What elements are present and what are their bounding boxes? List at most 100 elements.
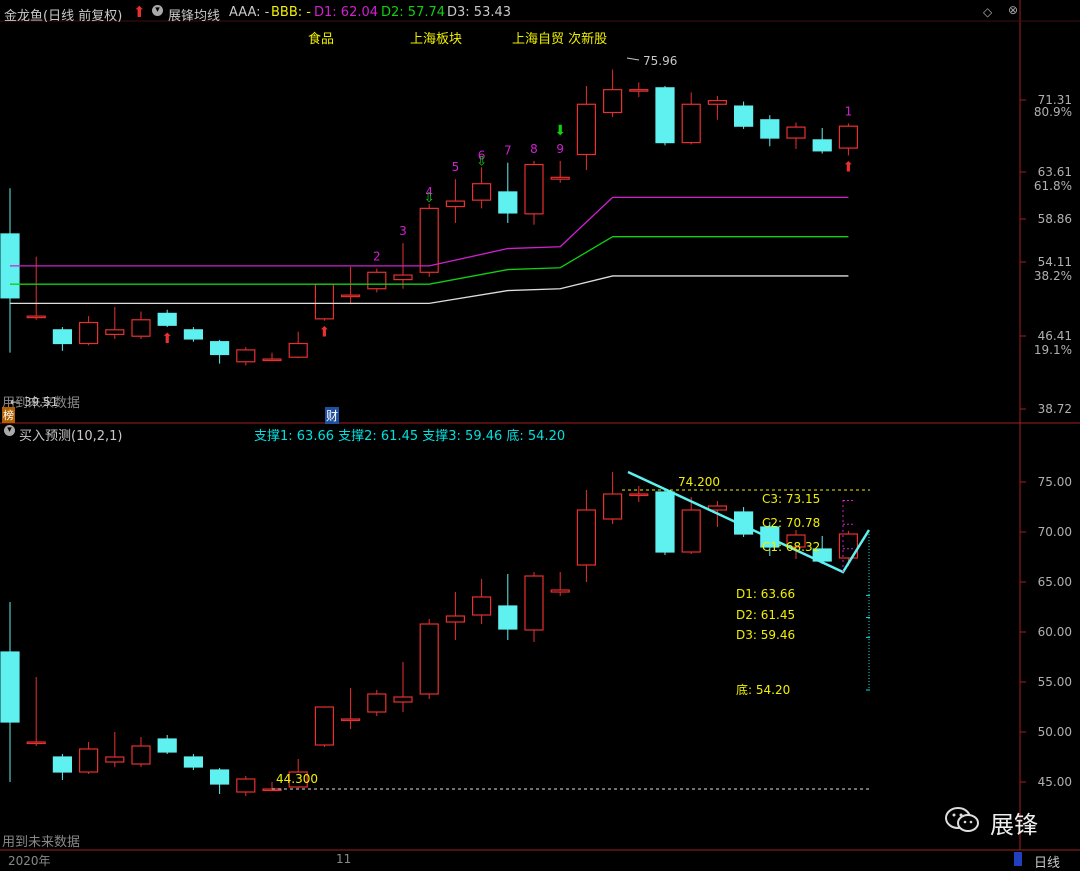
bottom-candle	[0, 651, 20, 723]
top-candle	[419, 207, 439, 273]
y-axis-tick: 61.8%	[1034, 179, 1072, 193]
d3-value: D3: 53.43	[447, 5, 512, 20]
top-candle	[602, 89, 623, 114]
cai-badge[interactable]: 财	[325, 407, 340, 424]
ma-white-line	[10, 275, 849, 304]
y-axis-tick: 70.00	[1038, 525, 1072, 539]
wechat-icon	[944, 805, 980, 835]
bottom-candle	[681, 509, 701, 553]
y-axis-tick: 45.00	[1038, 775, 1072, 789]
concept-food[interactable]: 食品	[308, 28, 334, 47]
concept-shanghai[interactable]: 上海板块	[410, 28, 462, 47]
y-axis-tick: 65.00	[1038, 575, 1072, 589]
bottom-candle	[655, 491, 675, 553]
bottom-candle	[498, 605, 518, 630]
top-candle	[393, 274, 413, 281]
top-candle	[262, 358, 282, 362]
scroll-handle[interactable]	[1014, 852, 1022, 866]
bottom-candle	[78, 748, 99, 773]
bottom-candle	[550, 589, 570, 593]
top-candle	[629, 89, 649, 92]
top-candle	[78, 321, 99, 345]
month-label: 11	[336, 852, 352, 866]
sub-indicator-name[interactable]: 买入预测(10,2,1)	[19, 425, 123, 444]
bottom-candle	[367, 693, 387, 713]
top-candle	[157, 312, 177, 326]
top-candle	[210, 341, 230, 356]
count-label: 7	[504, 144, 512, 158]
top-candle	[341, 294, 361, 298]
year-label: 2020年	[8, 854, 51, 868]
c1-label: C1: 68.32	[762, 540, 821, 554]
low-line-label: 44.300	[276, 772, 318, 786]
period-tab[interactable]: 日线	[1034, 852, 1060, 871]
top-candle	[707, 100, 728, 105]
green-down-arrow-icon: ⬇	[554, 123, 566, 139]
concept-ftz[interactable]: 上海自贸 次新股	[512, 28, 607, 47]
bottom-candle	[210, 769, 230, 785]
bbb-value: BBB: -	[271, 5, 311, 20]
count-label: 8	[530, 142, 538, 156]
top-candle	[498, 191, 518, 214]
top-candle	[472, 183, 492, 201]
high-mark: 75.96	[643, 54, 678, 68]
red-up-arrow-icon: ⬆	[161, 331, 173, 347]
top-candle	[760, 119, 780, 139]
watermark-text: 展锋	[990, 811, 1038, 839]
y-axis-tick: 60.00	[1038, 625, 1072, 639]
pred-bottom-label: 底: 54.20	[736, 683, 791, 697]
high-mark-pointer	[626, 57, 640, 61]
bottom-candle	[419, 623, 439, 695]
top-candle	[445, 200, 465, 208]
indicator-name[interactable]: 展锋均线	[168, 5, 220, 24]
y-axis-tick: 55.00	[1038, 675, 1072, 689]
y-axis-tick: 19.1%	[1034, 343, 1072, 357]
bottom-candle	[393, 696, 413, 703]
y-axis-tick: 80.9%	[1034, 105, 1072, 119]
top-candle	[105, 329, 125, 335]
bottom-candle	[183, 756, 203, 768]
dropdown-circle-icon[interactable]: ▾	[4, 425, 15, 436]
bottom-candle	[314, 706, 334, 746]
bottom-candle	[341, 718, 361, 722]
bang-badge[interactable]: 榜	[2, 407, 15, 423]
pred-d1-label: D1: 63.66	[736, 587, 796, 601]
stock-title: 金龙鱼(日线 前复权)	[4, 9, 123, 24]
y-axis-tick: 50.00	[1038, 725, 1072, 739]
top-candle	[131, 319, 151, 337]
bottom-candle	[105, 756, 125, 763]
pred-d3-label: D3: 59.46	[736, 628, 796, 642]
bottom-candle	[157, 738, 177, 753]
green-down-arrow-icon: ⇩	[476, 154, 487, 169]
y-axis-tick: 38.2%	[1034, 269, 1072, 283]
bottom-candle	[26, 741, 46, 745]
diamond-icon[interactable]: ◇	[983, 5, 992, 19]
red-up-arrow-icon: ⬆	[133, 3, 146, 21]
top-candle	[576, 103, 597, 156]
top-candle	[681, 103, 701, 144]
bottom-candle	[629, 493, 649, 497]
top-candle	[786, 126, 806, 139]
y-axis-tick: 46.41	[1038, 329, 1072, 343]
c2-label: C2: 70.78	[762, 516, 821, 530]
top-candle	[183, 329, 203, 340]
green-down-arrow-icon: ⇩	[424, 191, 435, 206]
y-axis-tick: 75.00	[1038, 475, 1072, 489]
count-label: 5	[452, 160, 460, 174]
bottom-candle	[445, 615, 465, 623]
top-candle	[524, 163, 544, 215]
d1-value: D1: 62.04	[314, 5, 379, 20]
top-candle	[52, 329, 73, 345]
bottom-candle	[472, 596, 492, 616]
top-candle	[550, 176, 570, 180]
top-candle	[733, 105, 754, 127]
close-icon[interactable]: ⊗	[1008, 3, 1018, 17]
count-label: 2	[373, 250, 381, 264]
dropdown-circle-icon[interactable]: ▾	[152, 5, 163, 16]
top-candle	[26, 315, 46, 319]
d2-value: D2: 57.74	[381, 5, 446, 20]
y-axis-tick: 54.11	[1038, 255, 1072, 269]
count-label: 9	[556, 142, 564, 156]
top-candle	[236, 349, 256, 363]
red-up-arrow-icon: ⬆	[843, 159, 855, 175]
